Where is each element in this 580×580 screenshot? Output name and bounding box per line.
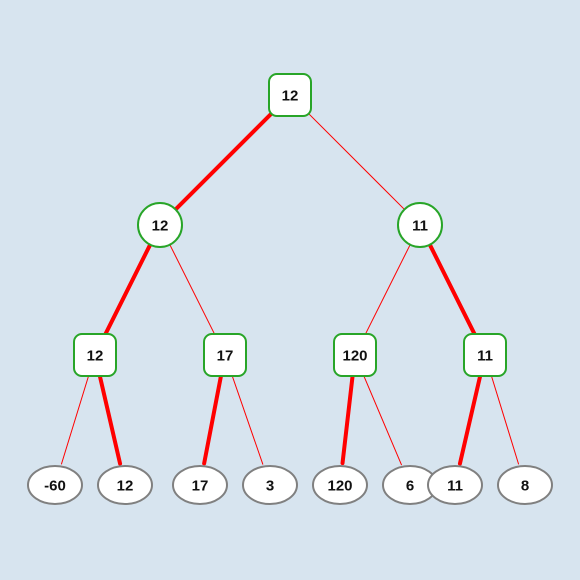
leaf-node: 12	[98, 466, 152, 504]
node-value: 11	[412, 218, 428, 235]
edge-selected	[100, 376, 120, 463]
node-value: 12	[152, 218, 169, 235]
node-value: 11	[477, 348, 493, 365]
max-node: 12	[74, 334, 116, 376]
node-value: 120	[342, 348, 367, 365]
edge	[232, 376, 263, 464]
edge-selected	[105, 245, 150, 336]
max-node: 12	[269, 74, 311, 116]
leaf-node: 8	[498, 466, 552, 504]
node-value: 12	[117, 478, 134, 495]
edge	[365, 245, 410, 336]
node-value: 8	[521, 478, 529, 495]
node-value: 17	[192, 478, 209, 495]
edge	[491, 376, 518, 464]
edge	[306, 111, 405, 210]
node-value: 12	[282, 88, 299, 105]
edge	[364, 375, 402, 464]
node-value: 11	[447, 478, 463, 495]
min-node: 12	[138, 203, 182, 247]
nodes-layer: 12 12 11 12 17 120 11 -60 12 17 3 120 6 11 8	[28, 74, 552, 504]
node-value: 17	[217, 348, 234, 365]
leaf-node: 17	[173, 466, 227, 504]
node-value: 3	[266, 478, 274, 495]
edges-layer	[61, 111, 518, 465]
max-node: 11	[464, 334, 506, 376]
max-node: 120	[334, 334, 376, 376]
node-value: 6	[406, 478, 414, 495]
edge-selected	[204, 377, 221, 464]
node-value: 12	[87, 348, 104, 365]
edge-selected	[430, 245, 475, 336]
edge	[61, 376, 88, 464]
leaf-node: 11	[428, 466, 482, 504]
leaf-node: 3	[243, 466, 297, 504]
node-value: -60	[44, 478, 66, 495]
min-node: 11	[398, 203, 442, 247]
leaf-node: 120	[313, 466, 367, 504]
leaf-node: -60	[28, 466, 82, 504]
edge	[170, 245, 215, 336]
max-node: 17	[204, 334, 246, 376]
minimax-tree-diagram: 12 12 11 12 17 120 11 -60 12 17 3 120 6 11 8	[0, 0, 580, 580]
edge-selected	[176, 111, 275, 210]
edge-selected	[343, 377, 353, 463]
node-value: 120	[327, 478, 352, 495]
edge-selected	[460, 376, 480, 463]
